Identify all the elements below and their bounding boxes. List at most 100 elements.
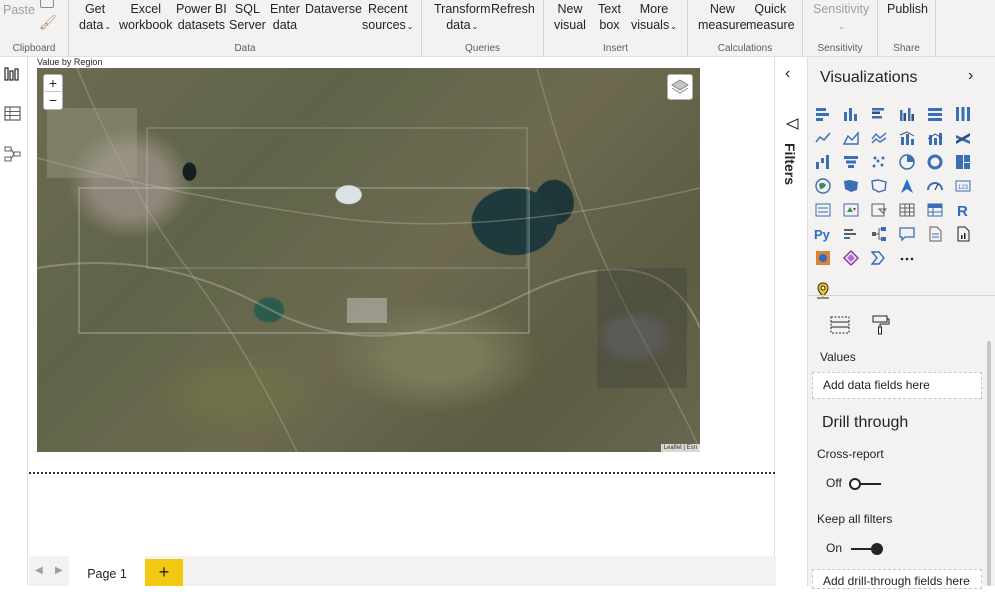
decomposition-tree-icon[interactable] <box>869 224 889 244</box>
clustered-bar-chart-icon[interactable] <box>869 104 889 124</box>
calculations-group: New measure Quick measure Calculations <box>688 0 803 57</box>
multi-row-card-icon[interactable] <box>813 200 833 220</box>
page-tab[interactable]: Page 1 <box>69 556 145 586</box>
chevron-down-icon: ⌄ <box>670 22 677 31</box>
map-attribution[interactable]: Leaflet | Esri <box>660 444 700 452</box>
sensitivity-button[interactable]: Sensitivity ⌄ <box>813 1 869 35</box>
stacked-bar-chart-icon[interactable] <box>813 104 833 124</box>
toggle-track <box>851 542 884 555</box>
line-chart-icon[interactable] <box>813 128 833 148</box>
zoom-out-button[interactable]: − <box>44 92 62 109</box>
report-canvas[interactable]: Value by Region + − Leaflet | Esri <box>29 57 775 556</box>
keep-filters-label: Keep all filters <box>817 512 893 526</box>
gauge-icon[interactable] <box>925 176 945 196</box>
key-influencers-icon[interactable] <box>841 224 861 244</box>
r-visual-icon[interactable]: R <box>953 200 973 220</box>
quick-measure-button[interactable]: Quick measure <box>746 1 795 33</box>
qna-icon[interactable] <box>897 224 917 244</box>
sql-server-button[interactable]: SQL Server <box>229 1 266 33</box>
new-measure-button[interactable]: New measure <box>698 1 747 33</box>
values-label: Values <box>820 350 856 364</box>
power-apps-icon[interactable] <box>841 248 861 268</box>
donut-chart-icon[interactable] <box>925 152 945 172</box>
map-icon[interactable] <box>813 176 833 196</box>
svg-text:Py: Py <box>814 227 831 242</box>
stacked-column-chart-icon[interactable] <box>841 104 861 124</box>
area-chart-icon[interactable] <box>841 128 861 148</box>
zoom-in-button[interactable]: + <box>44 75 62 92</box>
power-automate-icon[interactable] <box>869 248 889 268</box>
sensitivity-group-label: Sensitivity <box>817 43 863 54</box>
waterfall-chart-icon[interactable] <box>813 152 833 172</box>
publish-button[interactable]: Publish <box>887 1 928 17</box>
excel-workbook-button[interactable]: Excel workbook <box>119 1 173 33</box>
next-page-icon[interactable]: ▶ <box>55 565 63 576</box>
more-visuals-button[interactable]: More visuals⌄ <box>631 1 677 35</box>
clustered-column-chart-icon[interactable] <box>897 104 917 124</box>
add-page-button[interactable]: + <box>145 559 183 586</box>
format-paint-roller-icon[interactable] <box>868 313 892 337</box>
powerbi-datasets-button[interactable]: Power BI datasets <box>176 1 227 33</box>
model-view-icon[interactable] <box>3 145 23 163</box>
prev-page-icon[interactable]: ◀ <box>35 565 43 576</box>
arcgis-map-icon[interactable] <box>813 248 833 268</box>
transform-data-button[interactable]: Transform data⌄ <box>434 1 491 35</box>
100-stacked-bar-chart-icon[interactable] <box>925 104 945 124</box>
paginated-report-icon[interactable] <box>953 224 973 244</box>
recent-sources-button[interactable]: Recent sources⌄ <box>362 1 413 35</box>
new-visual-button[interactable]: New visual <box>554 1 586 33</box>
clipboard-group-label: Clipboard <box>12 43 56 54</box>
dataverse-button[interactable]: Dataverse <box>305 1 362 17</box>
filled-map-icon[interactable] <box>841 176 861 196</box>
smart-narrative-icon[interactable] <box>925 224 945 244</box>
refresh-button[interactable]: Refresh <box>491 1 535 17</box>
slicer-icon[interactable] <box>869 200 889 220</box>
filters-pane-collapsed[interactable]: ‹ Filters <box>776 57 808 586</box>
shape-map-icon[interactable] <box>869 176 889 196</box>
line-clustered-column-icon[interactable] <box>897 128 917 148</box>
chevron-down-icon: ⌄ <box>406 22 414 31</box>
chevron-left-icon[interactable]: ‹ <box>785 65 790 83</box>
get-data-button[interactable]: Get data⌄ <box>79 1 111 35</box>
python-visual-icon[interactable]: Py <box>813 224 833 244</box>
keep-filters-state: On <box>826 541 843 555</box>
funnel-chart-icon[interactable] <box>841 152 861 172</box>
pane-scrollbar[interactable] <box>987 341 991 586</box>
pie-chart-icon[interactable] <box>897 152 917 172</box>
drill-through-drop-zone[interactable]: Add drill-through fields here <box>812 569 982 589</box>
more-visuals-icon[interactable] <box>897 248 917 268</box>
report-view-icon[interactable] <box>3 65 23 83</box>
copy-icon[interactable] <box>40 0 54 8</box>
card-icon[interactable]: 123 <box>953 176 973 196</box>
map-visual[interactable]: + − Leaflet | Esri <box>37 68 700 452</box>
treemap-icon[interactable] <box>953 152 973 172</box>
map-zoom-control: + − <box>43 74 63 110</box>
line-stacked-column-icon[interactable] <box>925 128 945 148</box>
scatter-chart-icon[interactable] <box>869 152 889 172</box>
100-stacked-column-chart-icon[interactable] <box>953 104 973 124</box>
keep-filters-toggle[interactable]: On <box>826 541 884 555</box>
enter-data-button[interactable]: Enter data <box>270 1 300 33</box>
matrix-icon[interactable] <box>925 200 945 220</box>
data-group-label: Data <box>234 43 256 54</box>
sensitivity-group: Sensitivity ⌄ Sensitivity <box>803 0 878 57</box>
custom-map-pin-icon[interactable] <box>813 280 833 300</box>
fields-well-icon[interactable] <box>828 313 852 337</box>
chevron-right-icon[interactable]: › <box>968 67 973 85</box>
azure-map-icon[interactable] <box>897 176 917 196</box>
layers-button[interactable] <box>667 74 693 100</box>
format-painter-icon[interactable]: 🖌 <box>39 14 57 31</box>
cross-report-state: Off <box>826 476 842 490</box>
stacked-area-chart-icon[interactable] <box>869 128 889 148</box>
cross-report-toggle[interactable]: Off <box>826 476 882 490</box>
clipboard-group: Paste 🖌 Clipboard <box>0 0 69 57</box>
kpi-icon[interactable] <box>841 200 861 220</box>
visualizations-pane: Visualizations › 123 R Py Values Add dat… <box>808 57 995 589</box>
paste-button[interactable]: Paste <box>3 2 35 18</box>
share-group: Publish Share <box>878 0 936 57</box>
values-drop-zone[interactable]: Add data fields here <box>812 372 982 399</box>
table-icon[interactable] <box>897 200 917 220</box>
data-view-icon[interactable] <box>3 105 23 123</box>
text-box-button[interactable]: Text box <box>598 1 621 33</box>
ribbon-chart-icon[interactable] <box>953 128 973 148</box>
